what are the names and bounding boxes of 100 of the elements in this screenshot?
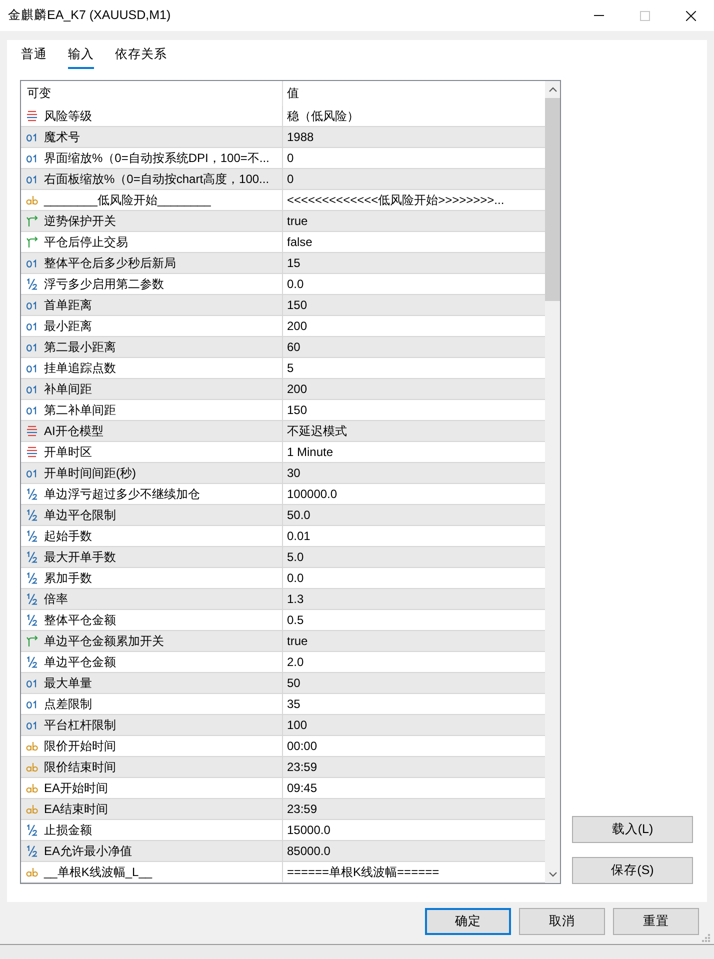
resize-grip-icon[interactable]	[702, 934, 710, 942]
table-row[interactable]: 开单时区 1 Minute	[21, 442, 545, 463]
parameter-name: 止损金额	[44, 822, 92, 838]
dialog-button[interactable]: 取消	[519, 908, 605, 935]
chevron-down-icon[interactable]	[548, 872, 556, 877]
table-row[interactable]: 单边平仓金额 2.0	[21, 652, 545, 673]
parameter-name: 限价结束时间	[44, 759, 116, 775]
parameter-value: 2.0	[287, 654, 304, 670]
table-row[interactable]: EA开始时间 09:45	[21, 778, 545, 799]
table-row[interactable]: 最大开单手数 5.0	[21, 547, 545, 568]
table-row[interactable]: 整体平仓后多少秒后新局 15	[21, 253, 545, 274]
table-row[interactable]: 最大单量 50	[21, 673, 545, 694]
minimize-icon	[594, 15, 604, 16]
parameter-name: 点差限制	[44, 696, 92, 712]
table-row[interactable]: EA结束时间 23:59	[21, 799, 545, 820]
parameter-value: 23:59	[287, 801, 318, 817]
parameter-value: 不延迟模式	[287, 423, 347, 439]
parameter-value: 60	[287, 339, 300, 355]
chevron-up-icon[interactable]	[548, 87, 556, 92]
parameter-name: 最大开单手数	[44, 549, 116, 565]
list-icon	[26, 110, 38, 122]
parameter-value: 100	[287, 717, 308, 733]
parameter-value: 150	[287, 297, 308, 313]
parameter-value: <<<<<<<<<<<<<低风险开始>>>>>>>>...	[287, 192, 504, 208]
table-row[interactable]: 整体平仓金额 0.5	[21, 610, 545, 631]
parameter-name: AI开仓模型	[44, 423, 104, 439]
ab-icon	[26, 866, 38, 878]
side-button[interactable]: 保存(S)	[572, 857, 693, 884]
table-row[interactable]: 限价结束时间 23:59	[21, 757, 545, 778]
parameter-name: 单边平仓金额	[44, 654, 116, 670]
table-row[interactable]: 魔术号 1988	[21, 127, 545, 148]
table-row[interactable]: 起始手数 0.01	[21, 526, 545, 547]
table-row[interactable]: 首单距离 150	[21, 295, 545, 316]
branch-arrow-icon	[26, 635, 38, 647]
zero-one-icon	[26, 677, 38, 689]
table-row[interactable]: 平台杠杆限制 100	[21, 715, 545, 736]
parameter-value: 0.0	[287, 276, 304, 292]
table-row[interactable]: 止损金额 15000.0	[21, 820, 545, 841]
zero-one-icon	[26, 152, 38, 164]
one-half-icon	[26, 614, 38, 626]
parameter-name: EA允许最小净值	[44, 843, 132, 859]
parameter-name: 限价开始时间	[44, 738, 116, 754]
zero-one-icon	[26, 257, 38, 269]
list-icon	[26, 425, 38, 437]
scrollbar[interactable]	[545, 81, 560, 883]
zero-one-icon	[26, 383, 38, 395]
parameter-name: EA开始时间	[44, 780, 108, 796]
table-row[interactable]: 第二最小距离 60	[21, 337, 545, 358]
table-row[interactable]: 单边浮亏超过多少不继续加仓 100000.0	[21, 484, 545, 505]
parameter-name: 累加手数	[44, 570, 92, 586]
table-row[interactable]: 挂单追踪点数 5	[21, 358, 545, 379]
parameter-value: true	[287, 633, 308, 649]
parameter-value: 35	[287, 696, 300, 712]
table-row[interactable]: AI开仓模型 不延迟模式	[21, 421, 545, 442]
table-row[interactable]: 逆势保护开关 true	[21, 211, 545, 232]
table-row[interactable]: 单边平仓金额累加开关 true	[21, 631, 545, 652]
parameter-name: EA结束时间	[44, 801, 108, 817]
table-row[interactable]: 点差限制 35	[21, 694, 545, 715]
table-row[interactable]: 界面缩放%（0=自动按系统DPI，100=不... 0	[21, 148, 545, 169]
parameter-name: 第二最小距离	[44, 339, 116, 355]
column-header: 值	[287, 85, 299, 102]
parameter-name: 倍率	[44, 591, 68, 607]
table-row[interactable]: 开单时间间距(秒) 30	[21, 463, 545, 484]
table-row[interactable]: __单根K线波幅_L__ ======单根K线波幅======	[21, 862, 545, 883]
parameter-name: 补单间距	[44, 381, 92, 397]
table-row[interactable]: 单边平仓限制 50.0	[21, 505, 545, 526]
parameter-value: 0.5	[287, 612, 304, 628]
close-icon	[686, 10, 696, 20]
parameter-name: 开单时区	[44, 444, 92, 460]
maximize-icon	[640, 10, 650, 20]
table-row[interactable]: 累加手数 0.0	[21, 568, 545, 589]
tab[interactable]: 普通	[21, 43, 47, 69]
one-half-icon	[26, 551, 38, 563]
tab[interactable]: 依存关系	[115, 43, 167, 69]
table-row[interactable]: 平仓后停止交易 false	[21, 232, 545, 253]
table-row[interactable]: 倍率 1.3	[21, 589, 545, 610]
table-row[interactable]: 右面板缩放%（0=自动按chart高度，100... 0	[21, 169, 545, 190]
one-half-icon	[26, 488, 38, 500]
parameter-value: 00:00	[287, 738, 318, 754]
branch-arrow-icon	[26, 236, 38, 248]
parameter-name: 平台杠杆限制	[44, 717, 116, 733]
parameter-name: __单根K线波幅_L__	[44, 864, 152, 880]
tab[interactable]: 输入	[68, 43, 94, 69]
table-row[interactable]: 风险等级 稳（低风险）	[21, 106, 545, 127]
table-row[interactable]: ________低风险开始________ <<<<<<<<<<<<<低风险开始>>>>>>>>...	[21, 190, 545, 211]
zero-one-icon	[26, 467, 38, 479]
table-row[interactable]: 补单间距 200	[21, 379, 545, 400]
table-row[interactable]: EA允许最小净值 85000.0	[21, 841, 545, 862]
parameter-value: 15	[287, 255, 300, 271]
table-row[interactable]: 第二补单间距 150	[21, 400, 545, 421]
dialog-button[interactable]: 确定	[425, 908, 511, 935]
side-button[interactable]: 载入(L)	[572, 816, 693, 843]
table-row[interactable]: 最小距离 200	[21, 316, 545, 337]
table-row[interactable]: 浮亏多少启用第二参数 0.0	[21, 274, 545, 295]
table-row[interactable]: 限价开始时间 00:00	[21, 736, 545, 757]
parameter-name: 第二补单间距	[44, 402, 116, 418]
scrollbar-thumb[interactable]	[545, 98, 560, 301]
zero-one-icon	[26, 131, 38, 143]
ab-icon	[26, 194, 38, 206]
dialog-button[interactable]: 重置	[613, 908, 699, 935]
